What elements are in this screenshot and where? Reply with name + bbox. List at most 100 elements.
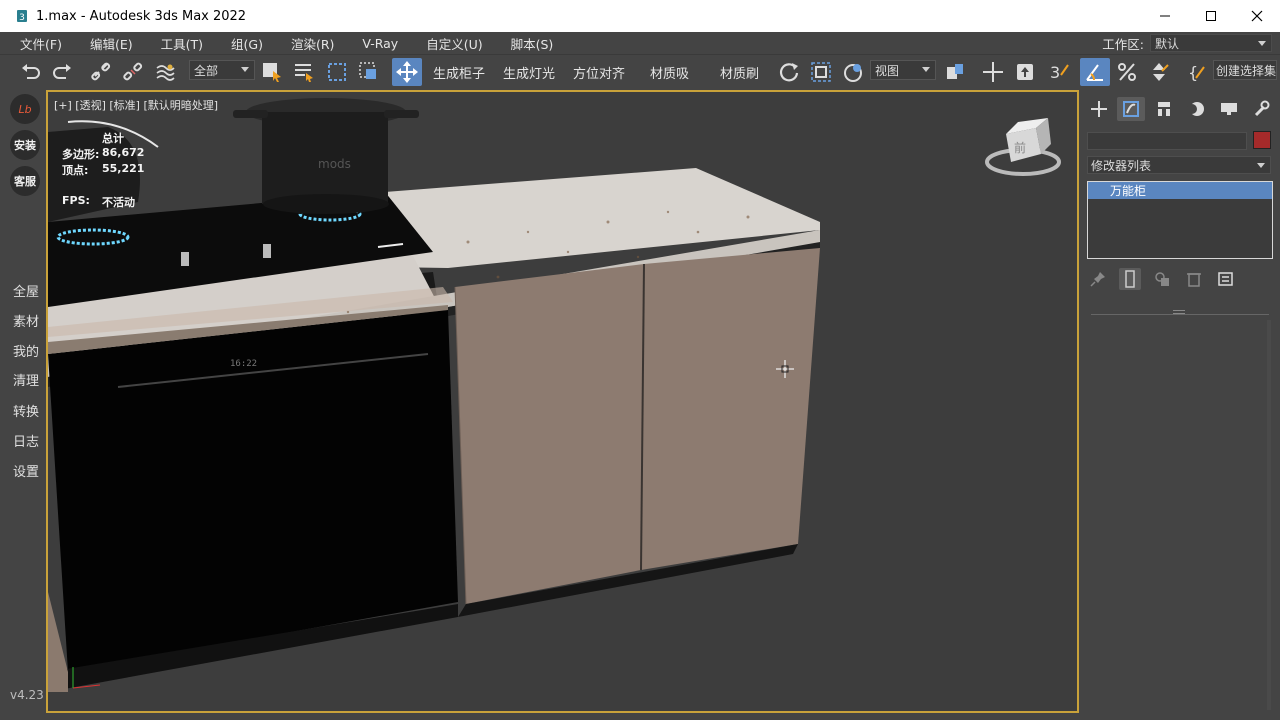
- modifier-stack-toolbar: [1087, 268, 1273, 290]
- modifier-list-dropdown[interactable]: 修改器列表: [1087, 156, 1271, 174]
- command-panel: 修改器列表 万能柜: [1081, 88, 1280, 720]
- sidebar-item-whole-house[interactable]: 全屋: [13, 281, 39, 300]
- undo-button[interactable]: [18, 58, 44, 86]
- pin-stack-button[interactable]: [1087, 268, 1109, 290]
- rectangular-selection-button[interactable]: [324, 58, 350, 86]
- generate-lights-button[interactable]: 生成灯光: [503, 61, 555, 83]
- window-crossing-button[interactable]: [356, 58, 382, 86]
- rectangle-selection-icon: [328, 63, 346, 81]
- tab-utilities[interactable]: [1247, 97, 1275, 121]
- stack-item-selected[interactable]: 万能柜: [1088, 182, 1272, 199]
- pivot-center-button[interactable]: [942, 58, 968, 86]
- maximize-button[interactable]: [1188, 0, 1234, 32]
- wrench-icon: [1254, 100, 1270, 117]
- modifier-stack: 万能柜: [1087, 181, 1273, 259]
- snap-move-button[interactable]: [980, 58, 1006, 86]
- material-brush-button[interactable]: 材质刷: [720, 61, 759, 83]
- object-color-swatch[interactable]: [1253, 131, 1271, 149]
- select-by-name-button[interactable]: [291, 58, 317, 86]
- redo-button[interactable]: [49, 58, 75, 86]
- menu-customize[interactable]: 自定义(U): [412, 34, 496, 53]
- menu-group[interactable]: 组(G): [217, 34, 277, 53]
- bind-spacewarp-button[interactable]: [152, 58, 178, 86]
- workspace-dropdown[interactable]: 默认: [1150, 34, 1272, 52]
- percent-snap-button[interactable]: [1114, 58, 1140, 86]
- menu-script[interactable]: 脚本(S): [497, 34, 568, 53]
- svg-text:{: {: [1188, 63, 1198, 82]
- tab-create[interactable]: [1085, 97, 1113, 121]
- named-selection-set-field[interactable]: 创建选择集: [1213, 60, 1277, 80]
- chevron-down-icon: [1257, 163, 1265, 168]
- named-selection-set-value: 创建选择集: [1216, 63, 1277, 78]
- tab-display[interactable]: [1215, 97, 1243, 121]
- stats-fps-label: FPS:: [62, 194, 90, 207]
- menu-render[interactable]: 渲染(R): [277, 34, 348, 53]
- place-button[interactable]: [840, 58, 866, 86]
- kitchen-scene: mods 16:22 前: [48, 98, 1061, 692]
- object-name-input[interactable]: [1087, 132, 1247, 150]
- sidebar-item-settings[interactable]: 设置: [13, 461, 39, 480]
- align-orientation-button[interactable]: 方位对齐: [573, 61, 625, 83]
- unlink-button[interactable]: [120, 58, 146, 86]
- remove-modifier-button[interactable]: [1183, 268, 1205, 290]
- rotate-button[interactable]: [776, 58, 802, 86]
- reference-coordinate-dropdown[interactable]: 视图: [870, 60, 936, 80]
- make-unique-icon: [1155, 272, 1169, 286]
- move-icon: [396, 61, 418, 83]
- menu-file[interactable]: 文件(F): [0, 34, 76, 53]
- menu-edit[interactable]: 编辑(E): [76, 34, 147, 53]
- sidebar-item-clean[interactable]: 清理: [13, 370, 39, 389]
- link-button[interactable]: [88, 58, 114, 86]
- close-icon: [1251, 10, 1263, 22]
- stats-vertices-label: 顶点:: [62, 164, 89, 177]
- align-button[interactable]: [1012, 58, 1038, 86]
- chevron-down-icon: [241, 67, 249, 72]
- place-icon: [844, 64, 862, 82]
- tab-motion[interactable]: [1182, 97, 1210, 121]
- viewcube[interactable]: 前: [985, 118, 1061, 176]
- tab-modify[interactable]: [1117, 97, 1146, 121]
- main-toolbar: 全部 生成柜子 生成灯光 方位对齐 材质吸 材质刷 视图 3 {创建选择集: [0, 54, 1280, 88]
- display-icon: [1220, 103, 1237, 115]
- redo-icon: [53, 64, 71, 79]
- workspace-label: 工作区:: [1102, 36, 1144, 52]
- select-object-button[interactable]: [259, 58, 285, 86]
- install-button[interactable]: 安装: [10, 130, 40, 160]
- sidebar-item-convert[interactable]: 转换: [13, 401, 39, 420]
- tab-hierarchy[interactable]: [1150, 97, 1178, 121]
- scale-button[interactable]: [808, 58, 834, 86]
- perspective-viewport[interactable]: mods 16:22 前 [+] [透视] [标准] [默认明暗处理] 总计 多…: [46, 90, 1079, 713]
- make-unique-button[interactable]: [1151, 268, 1173, 290]
- viewcube-front-label: 前: [1014, 140, 1026, 155]
- show-end-result-button[interactable]: [1119, 268, 1141, 290]
- move-button[interactable]: [392, 58, 422, 86]
- align-icon: [1017, 64, 1033, 80]
- snaps-toggle-button[interactable]: 3: [1046, 58, 1074, 86]
- plugin-sidebar: Lb 安装 客服 全屋 素材 我的 清理 转换 日志 设置 v4.23: [0, 88, 46, 720]
- select-by-name-icon: [295, 64, 313, 82]
- percent-icon: [1118, 63, 1136, 81]
- menu-tools[interactable]: 工具(T): [147, 34, 217, 53]
- edit-named-selection-button[interactable]: {: [1184, 58, 1210, 86]
- support-button[interactable]: 客服: [10, 166, 40, 196]
- sidebar-item-materials[interactable]: 素材: [13, 311, 39, 330]
- rotate-icon: [779, 63, 799, 82]
- close-button[interactable]: [1234, 0, 1280, 32]
- curly-braces-icon: {: [1188, 63, 1205, 82]
- menu-vray[interactable]: V-Ray: [348, 36, 412, 51]
- configure-modifier-sets-button[interactable]: [1215, 268, 1237, 290]
- minimize-button[interactable]: [1142, 0, 1188, 32]
- viewport-label-menu[interactable]: [+] [透视] [标准] [默认明暗处理]: [54, 97, 218, 113]
- plugin-logo-button[interactable]: Lb: [10, 94, 40, 124]
- angle-snap-button[interactable]: [1080, 58, 1110, 86]
- spinner-snap-button[interactable]: [1146, 58, 1172, 86]
- sidebar-item-log[interactable]: 日志: [13, 431, 39, 450]
- generate-cabinet-button[interactable]: 生成柜子: [433, 61, 485, 83]
- sidebar-item-mine[interactable]: 我的: [13, 341, 39, 360]
- title-bar: 3 1.max - Autodesk 3ds Max 2022: [0, 0, 1280, 32]
- command-panel-scrollbar[interactable]: [1267, 320, 1271, 710]
- selection-filter-dropdown[interactable]: 全部: [189, 60, 255, 80]
- svg-text:3: 3: [1050, 63, 1060, 82]
- 3dsmax-app-icon: 3: [14, 8, 30, 24]
- material-pick-button[interactable]: 材质吸: [650, 61, 689, 83]
